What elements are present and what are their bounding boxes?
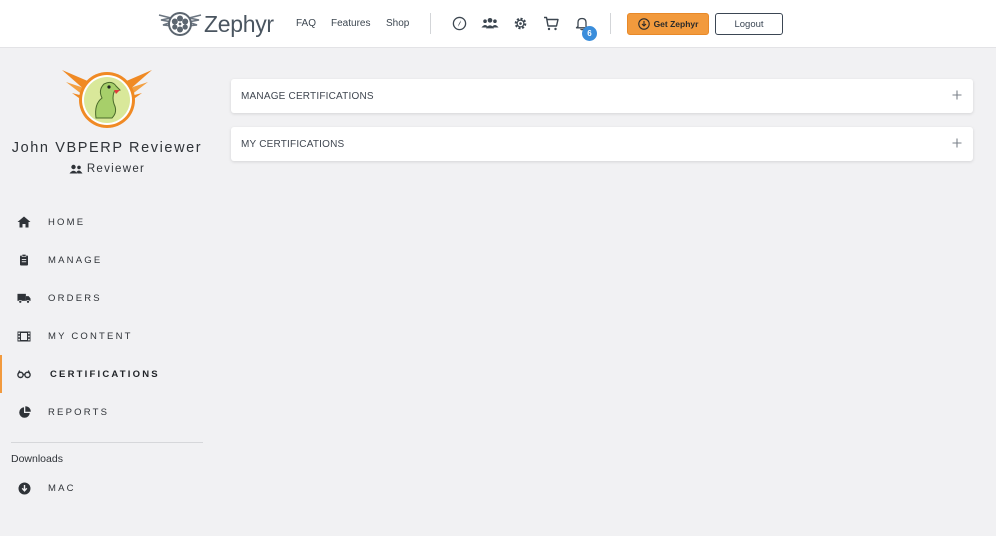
- plus-icon[interactable]: [951, 89, 963, 101]
- clipboard-icon: [17, 253, 31, 267]
- my-certifications-panel[interactable]: MY CERTIFICATIONS: [231, 127, 973, 161]
- logout-button[interactable]: Logout: [715, 13, 783, 35]
- downloads-heading: Downloads: [11, 453, 63, 465]
- sidebar-item-reports[interactable]: REPORTS: [0, 393, 214, 431]
- sidebar-item-label: ORDERS: [48, 292, 102, 304]
- notification-badge[interactable]: 6: [582, 26, 597, 41]
- manage-certifications-panel[interactable]: MANAGE CERTIFICATIONS: [231, 79, 973, 113]
- download-mac[interactable]: MAC: [0, 469, 214, 507]
- users-icon[interactable]: [480, 14, 500, 32]
- top-navbar: Zephyr FAQ Features Shop 6 Get Zephyr Lo…: [0, 0, 996, 48]
- nav-link-faq[interactable]: FAQ: [296, 18, 316, 29]
- glasses-icon: [17, 367, 31, 381]
- sidebar-item-my-content[interactable]: MY CONTENT: [0, 317, 214, 355]
- film-reel-wings-icon: [158, 12, 202, 36]
- nav-divider: [430, 13, 431, 34]
- sidebar-divider: [11, 442, 203, 443]
- sidebar-item-label: HOME: [48, 216, 86, 228]
- sidebar-item-certifications[interactable]: CERTIFICATIONS: [0, 355, 214, 393]
- compass-icon[interactable]: [450, 14, 468, 32]
- get-zephyr-label: Get Zephyr: [653, 19, 699, 29]
- dino-wings-avatar-icon: [62, 70, 152, 128]
- sidebar-item-orders[interactable]: ORDERS: [0, 279, 214, 317]
- get-zephyr-button[interactable]: Get Zephyr: [627, 13, 709, 35]
- pie-chart-icon: [17, 405, 31, 419]
- cart-icon[interactable]: [542, 14, 560, 32]
- film-icon: [17, 329, 31, 343]
- sidebar-item-label: MY CONTENT: [48, 330, 133, 342]
- sidebar-item-home[interactable]: HOME: [0, 203, 214, 241]
- users-icon: [69, 164, 83, 174]
- profile-name: John VBPERP Reviewer: [11, 140, 203, 156]
- download-circle-icon: [17, 481, 31, 495]
- sidebar-item-manage[interactable]: MANAGE: [0, 241, 214, 279]
- panel-title: MANAGE CERTIFICATIONS: [241, 90, 374, 102]
- download-label: MAC: [48, 482, 76, 494]
- nav-link-features[interactable]: Features: [331, 18, 370, 29]
- sidebar-item-label: CERTIFICATIONS: [50, 368, 160, 380]
- home-icon: [17, 215, 31, 229]
- nav-divider-2: [610, 13, 611, 34]
- zephyr-logo[interactable]: Zephyr: [157, 9, 274, 39]
- sidebar-item-label: MANAGE: [48, 254, 103, 266]
- nav-link-shop[interactable]: Shop: [386, 18, 409, 29]
- panel-title: MY CERTIFICATIONS: [241, 138, 345, 150]
- sidebar-item-label: REPORTS: [48, 406, 110, 418]
- profile-role-label: Reviewer: [86, 163, 146, 175]
- brand-name: Zephyr: [204, 10, 274, 37]
- truck-icon: [17, 291, 31, 305]
- download-circle-icon: [637, 18, 650, 30]
- plus-icon[interactable]: [951, 137, 963, 149]
- gear-icon[interactable]: [511, 14, 529, 32]
- profile-role: Reviewer: [0, 163, 214, 175]
- avatar: [60, 68, 154, 130]
